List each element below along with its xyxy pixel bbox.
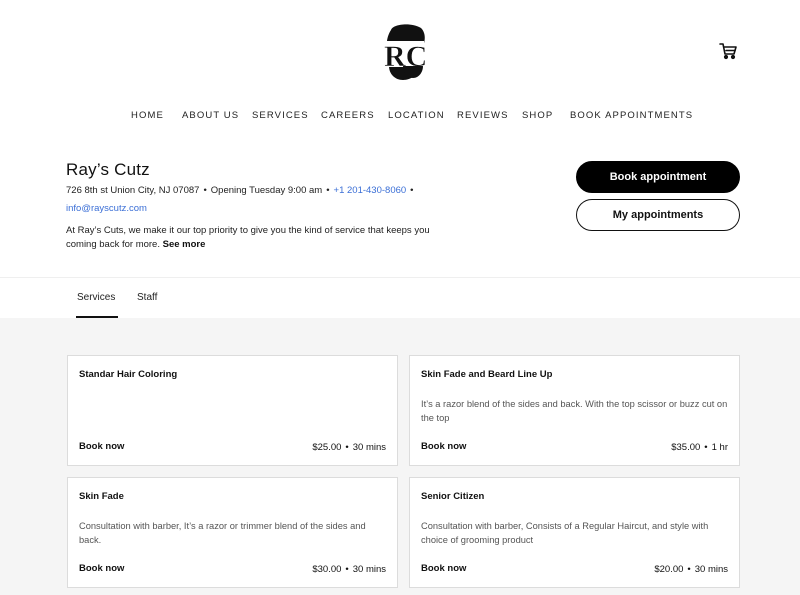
main-nav: HOME ABOUT US SERVICES CAREERS LOCATION … xyxy=(0,110,800,124)
service-duration: 30 mins xyxy=(352,564,386,575)
service-price: $30.00 xyxy=(312,564,342,575)
tabs-divider xyxy=(0,277,800,278)
business-details: 726 8th st Union City, NJ 07087 • Opening … xyxy=(66,185,418,196)
service-card[interactable]: Skin Fade Consultation with barber, It’s… xyxy=(67,477,398,588)
service-title: Standar Hair Coloring xyxy=(79,369,178,380)
book-now-link[interactable]: Book now xyxy=(79,563,124,574)
service-card[interactable]: Senior Citizen Consultation with barber,… xyxy=(409,477,740,588)
tab-services[interactable]: Services xyxy=(77,292,115,303)
separator: • xyxy=(704,442,708,453)
service-description: It’s a razor blend of the sides and back… xyxy=(421,399,728,423)
business-email-link[interactable]: info@rayscutz.com xyxy=(66,203,147,214)
nav-item-services[interactable]: SERVICES xyxy=(252,110,309,121)
separator: • xyxy=(687,564,691,575)
shopping-cart-icon[interactable] xyxy=(719,42,737,60)
service-duration: 30 mins xyxy=(352,442,386,453)
service-description: Consultation with barber, It’s a razor o… xyxy=(79,521,366,545)
nav-item-shop[interactable]: SHOP xyxy=(522,110,553,121)
book-now-link[interactable]: Book now xyxy=(421,441,466,452)
book-now-link[interactable]: Book now xyxy=(79,441,124,452)
service-price: $35.00 xyxy=(671,442,701,453)
service-price-duration: $30.00 • 30 mins xyxy=(312,564,386,575)
business-name: Ray’s Cutz xyxy=(66,160,150,179)
nav-item-home[interactable]: HOME xyxy=(131,110,164,121)
book-appointment-button[interactable]: Book appointment xyxy=(576,161,740,193)
my-appointments-button[interactable]: My appointments xyxy=(576,199,740,231)
see-more-link[interactable]: See more xyxy=(163,239,206,250)
service-title: Skin Fade and Beard Line Up xyxy=(421,369,553,380)
separator: • xyxy=(410,185,414,196)
service-card[interactable]: Standar Hair Coloring Book now $25.00 • 30… xyxy=(67,355,398,466)
nav-item-about-us[interactable]: ABOUT US xyxy=(182,110,239,121)
service-price: $20.00 xyxy=(654,564,684,575)
rc-logo-icon[interactable]: RC xyxy=(381,22,428,80)
nav-item-reviews[interactable]: REVIEWS xyxy=(457,110,509,121)
service-price-duration: $25.00 • 30 mins xyxy=(312,442,386,453)
business-description-text: At Ray’s Cuts, we make it our top priori… xyxy=(66,225,430,250)
separator: • xyxy=(203,185,207,196)
service-price-duration: $20.00 • 30 mins xyxy=(654,564,728,575)
service-description: Consultation with barber, Consists of a … xyxy=(421,521,709,545)
nav-item-book-appointments[interactable]: BOOK APPOINTMENTS xyxy=(570,110,693,121)
business-hours: Opening Tuesday 9:00 am xyxy=(210,185,323,196)
separator: • xyxy=(326,185,330,196)
business-phone-link[interactable]: +1 201-430-8060 xyxy=(334,185,407,196)
nav-item-location[interactable]: LOCATION xyxy=(388,110,445,121)
service-duration: 1 hr xyxy=(711,442,728,453)
service-card[interactable]: Skin Fade and Beard Line Up It’s a razor… xyxy=(409,355,740,466)
business-address: 726 8th st Union City, NJ 07087 xyxy=(66,185,200,196)
service-title: Senior Citizen xyxy=(421,491,485,502)
book-now-link[interactable]: Book now xyxy=(421,563,466,574)
tab-staff[interactable]: Staff xyxy=(137,292,157,303)
nav-item-careers[interactable]: CAREERS xyxy=(321,110,375,121)
service-price-duration: $35.00 • 1 hr xyxy=(671,442,728,453)
service-price: $25.00 xyxy=(312,442,342,453)
separator: • xyxy=(345,442,349,453)
business-description: At Ray’s Cuts, we make it our top priori… xyxy=(66,224,456,252)
service-duration: 30 mins xyxy=(694,564,728,575)
separator: • xyxy=(345,564,349,575)
service-title: Skin Fade xyxy=(79,491,124,502)
